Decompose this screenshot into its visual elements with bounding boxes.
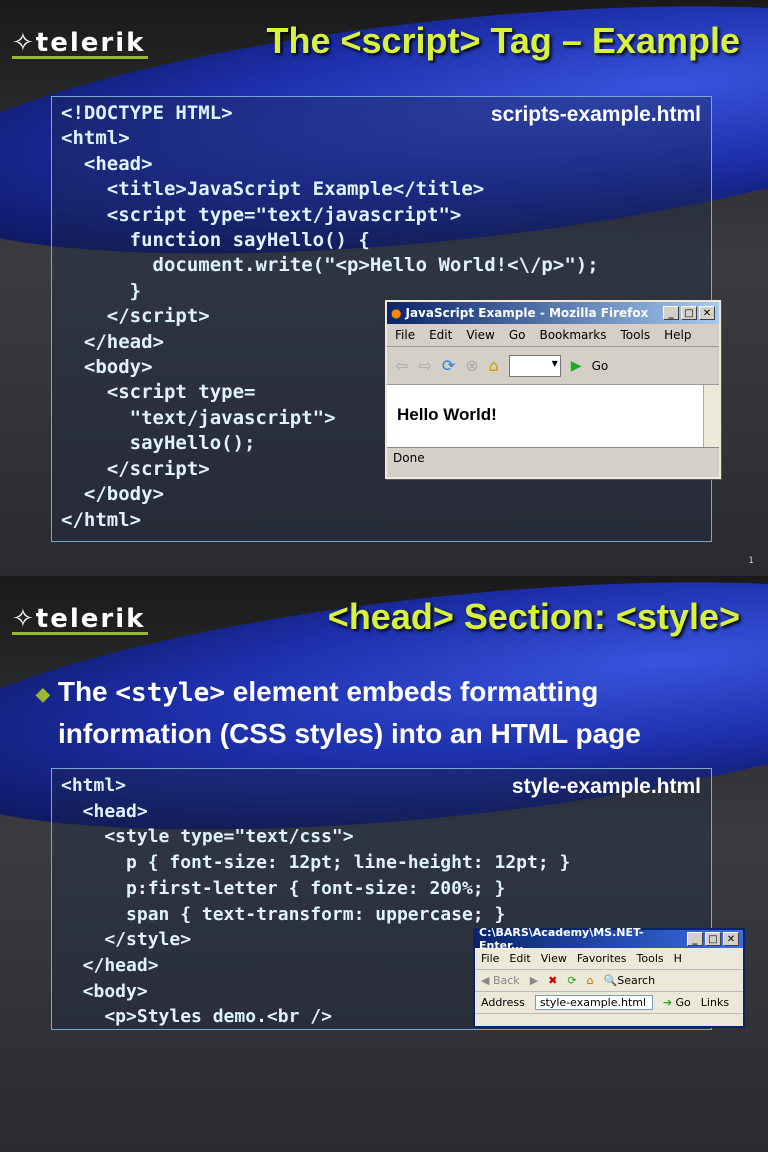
code-line: function sayHello() {	[61, 229, 370, 252]
menu-item[interactable]: Tools	[637, 952, 664, 965]
menu-bar: File Edit View Favorites Tools H	[475, 948, 743, 970]
address-input[interactable]: style-example.html	[534, 995, 653, 1010]
forward-icon[interactable]: ⇨	[418, 356, 431, 375]
close-button[interactable]: ✕	[723, 932, 739, 946]
code-line: </html>	[61, 508, 142, 531]
file-name: scripts-example.html	[490, 103, 701, 126]
reload-icon[interactable]: ⟳	[442, 356, 455, 375]
stop-icon[interactable]: ✖	[548, 974, 557, 987]
menu-item[interactable]: Favorites	[577, 952, 627, 965]
menu-item[interactable]: File	[481, 952, 499, 965]
navigation-toolbar: ⇦ ⇨ ⟳ ⊗ ⌂ ▾ ▶ Go	[387, 347, 719, 385]
back-icon[interactable]: ⇦	[395, 356, 408, 375]
menu-item[interactable]: File	[395, 328, 415, 342]
menu-item[interactable]: Bookmarks	[539, 328, 606, 342]
code-line: </body>	[61, 483, 164, 506]
page-content: Hello World!	[387, 385, 719, 447]
refresh-icon[interactable]: ⟳	[567, 974, 576, 987]
go-button[interactable]: ➔ Go	[663, 996, 691, 1009]
telerik-logo: ✧telerik	[12, 28, 146, 58]
url-dropdown[interactable]: ▾	[508, 354, 561, 377]
telerik-logo: ✧telerik	[12, 604, 146, 634]
bullet-text: information (CSS styles) into an HTML pa…	[58, 717, 641, 749]
slide-number: 1	[748, 556, 754, 566]
go-icon[interactable]: ▶	[571, 358, 582, 374]
firefox-icon: ●	[391, 306, 402, 320]
menu-item[interactable]: Edit	[509, 952, 530, 965]
scrollbar[interactable]	[703, 385, 719, 447]
logo-underline	[12, 56, 148, 59]
bullet-icon: ◆	[36, 683, 50, 704]
maximize-button[interactable]: □	[681, 306, 697, 320]
menu-item[interactable]: Help	[664, 328, 691, 342]
code-line: <style type="text/css">	[61, 826, 354, 848]
code-line: <title>JavaScript Example</title>	[61, 178, 485, 201]
toolbar: ◀ Back ▶ ✖ ⟳ ⌂ 🔍Search	[475, 970, 743, 992]
firefox-window: ● JavaScript Example - Mozilla Firefox _ □…	[385, 300, 721, 479]
menu-item[interactable]: Edit	[429, 328, 452, 342]
menu-bar: File Edit View Go Bookmarks Tools Help	[387, 324, 719, 347]
logo-underline	[12, 632, 148, 635]
code-line: <head>	[61, 152, 153, 175]
menu-item[interactable]: View	[466, 328, 494, 342]
code-line: <head>	[61, 800, 148, 822]
slide-title: The <script> Tag – Example	[266, 20, 740, 61]
address-label: Address	[481, 996, 525, 1009]
code-line: span { text-transform: uppercase; }	[61, 903, 506, 925]
minimize-button[interactable]: _	[663, 306, 679, 320]
ie-window: C:\BARS\Academy\MS.NET-Enter... _ □ ✕ File…	[473, 926, 745, 1028]
code-line: document.write("<p>Hello World!<\/p>");	[61, 254, 599, 277]
code-line: <html>	[61, 127, 130, 150]
slide-title: <head> Section: <style>	[327, 596, 740, 637]
menu-item[interactable]: Go	[509, 328, 526, 342]
bullet-point: ◆ The <style> element embeds formatting in…	[36, 672, 641, 754]
close-button[interactable]: ✕	[699, 306, 715, 320]
bullet-code: <style>	[115, 678, 225, 708]
menu-item[interactable]: View	[541, 952, 567, 965]
back-label: Back	[492, 974, 520, 987]
code-line: <script type="text/javascript">	[61, 203, 462, 226]
title-bar: ● JavaScript Example - Mozilla Firefox _ □…	[387, 302, 719, 324]
slide-1: ✧telerik The <script> Tag – Example scri…	[0, 0, 768, 576]
status-bar: Done	[387, 447, 719, 468]
forward-icon[interactable]: ▶	[530, 974, 538, 987]
file-name: style-example.html	[511, 775, 701, 798]
address-bar: Address style-example.html ➔ Go Links	[475, 992, 743, 1014]
bullet-text: The	[57, 676, 116, 707]
home-icon[interactable]: ⌂	[587, 974, 594, 987]
window-title: C:\BARS\Academy\MS.NET-Enter...	[479, 926, 644, 952]
bullet-text: element embeds formatting	[224, 676, 599, 707]
stop-icon[interactable]: ⊗	[465, 356, 478, 375]
go-arrow-icon: ➔	[662, 996, 673, 1009]
menu-item[interactable]: Tools	[621, 328, 651, 342]
links-button[interactable]: Links	[701, 996, 729, 1009]
hello-text: Hello World!	[397, 405, 497, 424]
title-bar: C:\BARS\Academy\MS.NET-Enter... _ □ ✕	[475, 926, 743, 952]
go-button[interactable]: Go	[592, 359, 609, 373]
window-title: JavaScript Example - Mozilla Firefox	[405, 306, 649, 320]
minimize-button[interactable]: _	[687, 932, 703, 946]
code-line: p { font-size: 12pt; line-height: 12pt; …	[61, 852, 571, 874]
maximize-button[interactable]: □	[705, 932, 721, 946]
menu-item[interactable]: H	[674, 952, 682, 965]
home-icon[interactable]: ⌂	[489, 356, 499, 375]
code-line: p:first-letter { font-size: 200%; }	[61, 877, 506, 899]
back-button[interactable]: ◀ Back	[481, 974, 520, 987]
search-button[interactable]: 🔍Search	[604, 974, 656, 987]
go-label: Go	[675, 996, 691, 1009]
search-label: Search	[617, 974, 656, 987]
